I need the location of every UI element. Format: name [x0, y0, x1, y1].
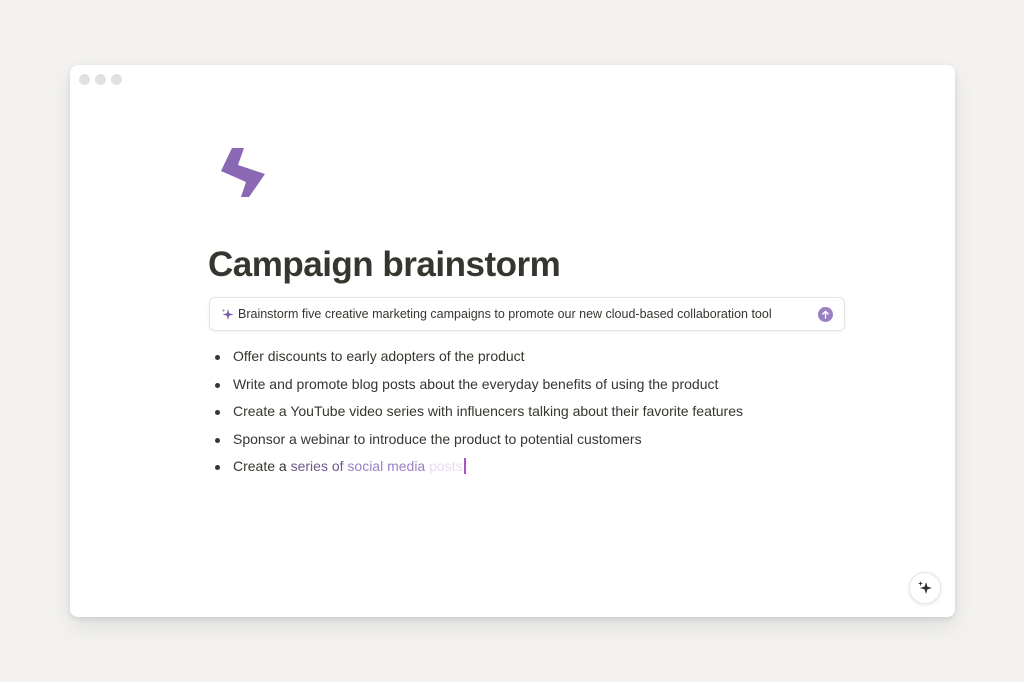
list-item-text: Sponsor a webinar to introduce the produ…	[233, 430, 642, 447]
bullet-dot	[215, 410, 220, 416]
list-item-text: Offer discounts to early adopters of the…	[233, 348, 525, 364]
text-segment: posts	[429, 458, 463, 475]
ai-assistant-button[interactable]	[909, 572, 941, 604]
submit-prompt-button[interactable]	[818, 307, 833, 322]
text-segment: series of	[290, 458, 348, 475]
page-title[interactable]: Campaign brainstorm	[208, 245, 561, 285]
sparkle-icon	[221, 308, 234, 321]
streaming-text: Create a series of social media posts	[233, 458, 463, 474]
bullet-dot	[215, 355, 220, 360]
bullet-dot	[215, 437, 220, 443]
ai-prompt-text: Brainstorm five creative marketing campa…	[238, 307, 772, 321]
arrow-up-icon	[822, 310, 829, 319]
window-controls	[79, 74, 122, 85]
sparkles-icon	[918, 581, 932, 594]
text-cursor	[463, 458, 466, 475]
lightning-bolt-icon[interactable]	[219, 146, 267, 201]
list-item-text: Create a YouTube video series with influ…	[233, 403, 744, 420]
bullet-dot	[215, 465, 220, 471]
close-window-button[interactable]	[79, 74, 90, 85]
streaming-list-item[interactable]: Create a series of social media posts	[209, 453, 743, 481]
list-item[interactable]: Create a YouTube video series with influ…	[209, 398, 743, 426]
list-item[interactable]: Sponsor a webinar to introduce the produ…	[209, 426, 743, 454]
text-segment: social media	[347, 458, 430, 475]
list-item[interactable]: Offer discounts to early adopters of the…	[209, 343, 743, 371]
ai-prompt-box[interactable]: Brainstorm five creative marketing campa…	[209, 297, 845, 331]
maximize-window-button[interactable]	[111, 74, 122, 85]
bullet-list: Offer discounts to early adopters of the…	[209, 343, 743, 481]
list-item[interactable]: Write and promote blog posts about the e…	[209, 371, 743, 399]
list-item-text: Write and promote blog posts about the e…	[233, 375, 719, 392]
text-segment: Create a	[233, 458, 291, 475]
bullet-dot	[215, 382, 220, 388]
app-window: Campaign brainstorm Brainstorm five crea…	[70, 65, 955, 617]
minimize-window-button[interactable]	[95, 74, 106, 85]
